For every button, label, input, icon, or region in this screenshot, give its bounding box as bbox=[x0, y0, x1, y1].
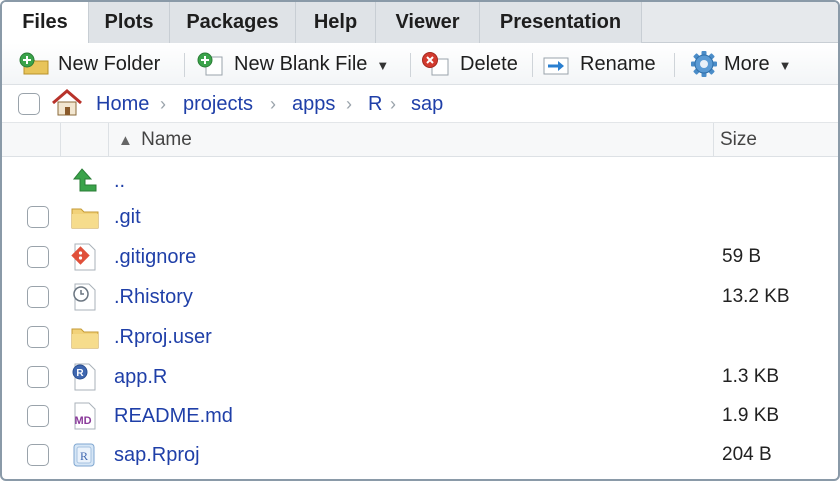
file-size: 13.2 KB bbox=[722, 286, 790, 307]
name-column-label: Name bbox=[141, 129, 192, 150]
file-name-link[interactable]: .Rhistory bbox=[114, 277, 193, 317]
breadcrumb-separator: › bbox=[160, 94, 166, 114]
parent-directory-icon bbox=[72, 168, 97, 192]
chevron-down-icon: ▼ bbox=[778, 57, 792, 73]
svg-text:MD: MD bbox=[74, 415, 91, 427]
row-checkbox[interactable] bbox=[27, 366, 49, 388]
home-icon[interactable] bbox=[50, 88, 84, 118]
delete-icon bbox=[422, 52, 449, 76]
file-size: 59 B bbox=[722, 246, 762, 267]
table-row: .gitignore 59 B bbox=[2, 237, 838, 277]
file-name-link[interactable]: app.R bbox=[114, 357, 167, 397]
select-all-checkbox[interactable] bbox=[18, 93, 40, 115]
table-row: .Rhistory 13.2 KB bbox=[2, 277, 838, 317]
file-size: 204 B bbox=[722, 444, 772, 465]
new-folder-button[interactable]: New Folder bbox=[18, 43, 160, 85]
column-divider bbox=[108, 123, 109, 157]
tab-presentation[interactable]: Presentation bbox=[480, 2, 642, 43]
tab-plots[interactable]: Plots bbox=[89, 2, 170, 43]
rename-label: Rename bbox=[580, 52, 656, 75]
table-row: R app.R 1.3 KB bbox=[2, 357, 838, 397]
table-row: .git bbox=[2, 197, 838, 237]
column-divider bbox=[713, 123, 714, 157]
file-name-link[interactable]: sap.Rproj bbox=[114, 435, 200, 475]
file-table-header: ▲ Name Size bbox=[2, 123, 838, 157]
breadcrumb-separator: › bbox=[346, 94, 352, 114]
sort-ascending-icon: ▲ bbox=[118, 132, 133, 149]
svg-text:R: R bbox=[76, 368, 84, 379]
row-checkbox[interactable] bbox=[27, 286, 49, 308]
size-column-header[interactable]: Size bbox=[720, 123, 757, 157]
new-blank-file-button[interactable]: New Blank File ▼ bbox=[196, 43, 389, 85]
table-row: .Rproj.user bbox=[2, 317, 838, 357]
more-label: More bbox=[724, 52, 770, 75]
files-toolbar: New Folder New Blank File ▼ Delete Renam… bbox=[2, 43, 838, 85]
toolbar-divider bbox=[674, 53, 675, 77]
rename-button[interactable]: Rename bbox=[542, 43, 656, 85]
table-row: MD README.md 1.9 KB bbox=[2, 396, 838, 436]
markdown-file-icon: MD bbox=[74, 402, 96, 430]
breadcrumb-separator: › bbox=[390, 94, 396, 114]
table-row: R sap.Rproj 204 B bbox=[2, 435, 838, 475]
name-column-header[interactable]: ▲ Name bbox=[118, 123, 192, 157]
rproject-file-icon: R bbox=[73, 443, 95, 467]
r-script-icon: R bbox=[72, 363, 96, 391]
files-pane: Files Plots Packages Help Viewer Present… bbox=[0, 0, 840, 481]
row-checkbox[interactable] bbox=[27, 444, 49, 466]
svg-text:R: R bbox=[80, 449, 88, 463]
new-blank-file-label: New Blank File bbox=[234, 52, 368, 75]
history-file-icon bbox=[73, 283, 96, 311]
row-checkbox[interactable] bbox=[27, 326, 49, 348]
more-button[interactable]: More ▼ bbox=[688, 43, 791, 85]
new-folder-icon bbox=[19, 52, 49, 75]
delete-button[interactable]: Delete bbox=[420, 43, 518, 85]
folder-icon bbox=[71, 328, 99, 349]
git-file-icon bbox=[71, 243, 96, 271]
table-row: .. bbox=[2, 161, 838, 201]
tab-help[interactable]: Help bbox=[296, 2, 376, 43]
row-checkbox[interactable] bbox=[27, 246, 49, 268]
breadcrumb-separator: › bbox=[270, 94, 276, 114]
new-file-icon bbox=[197, 52, 223, 76]
rename-icon bbox=[543, 57, 569, 75]
tab-bar: Files Plots Packages Help Viewer Present… bbox=[2, 2, 838, 44]
delete-label: Delete bbox=[460, 52, 518, 75]
file-name-link[interactable]: .Rproj.user bbox=[114, 317, 212, 357]
tab-files[interactable]: Files bbox=[2, 2, 89, 44]
file-name-link[interactable]: README.md bbox=[114, 396, 233, 436]
breadcrumb-sap[interactable]: sap bbox=[411, 85, 443, 123]
tab-packages[interactable]: Packages bbox=[170, 2, 296, 43]
breadcrumb-apps[interactable]: apps bbox=[292, 85, 335, 123]
folder-icon bbox=[71, 208, 99, 229]
toolbar-divider bbox=[184, 53, 185, 77]
file-name-link[interactable]: .git bbox=[114, 197, 141, 237]
column-divider bbox=[60, 123, 61, 157]
file-name-link[interactable]: .gitignore bbox=[114, 237, 196, 277]
file-size: 1.3 KB bbox=[722, 366, 780, 387]
breadcrumb-projects[interactable]: projects bbox=[183, 85, 253, 123]
tab-viewer[interactable]: Viewer bbox=[376, 2, 480, 43]
chevron-down-icon: ▼ bbox=[376, 57, 390, 73]
file-size: 1.9 KB bbox=[722, 405, 780, 426]
gear-icon bbox=[691, 51, 717, 77]
row-checkbox[interactable] bbox=[27, 206, 49, 228]
toolbar-divider bbox=[410, 53, 411, 77]
row-checkbox[interactable] bbox=[27, 405, 49, 427]
breadcrumb: Home › projects › apps › R › sap bbox=[2, 85, 838, 123]
breadcrumb-r[interactable]: R bbox=[368, 85, 382, 123]
file-name-link[interactable]: .. bbox=[114, 161, 125, 201]
breadcrumb-home[interactable]: Home bbox=[96, 85, 149, 123]
new-folder-label: New Folder bbox=[58, 52, 161, 75]
toolbar-divider bbox=[532, 53, 533, 77]
